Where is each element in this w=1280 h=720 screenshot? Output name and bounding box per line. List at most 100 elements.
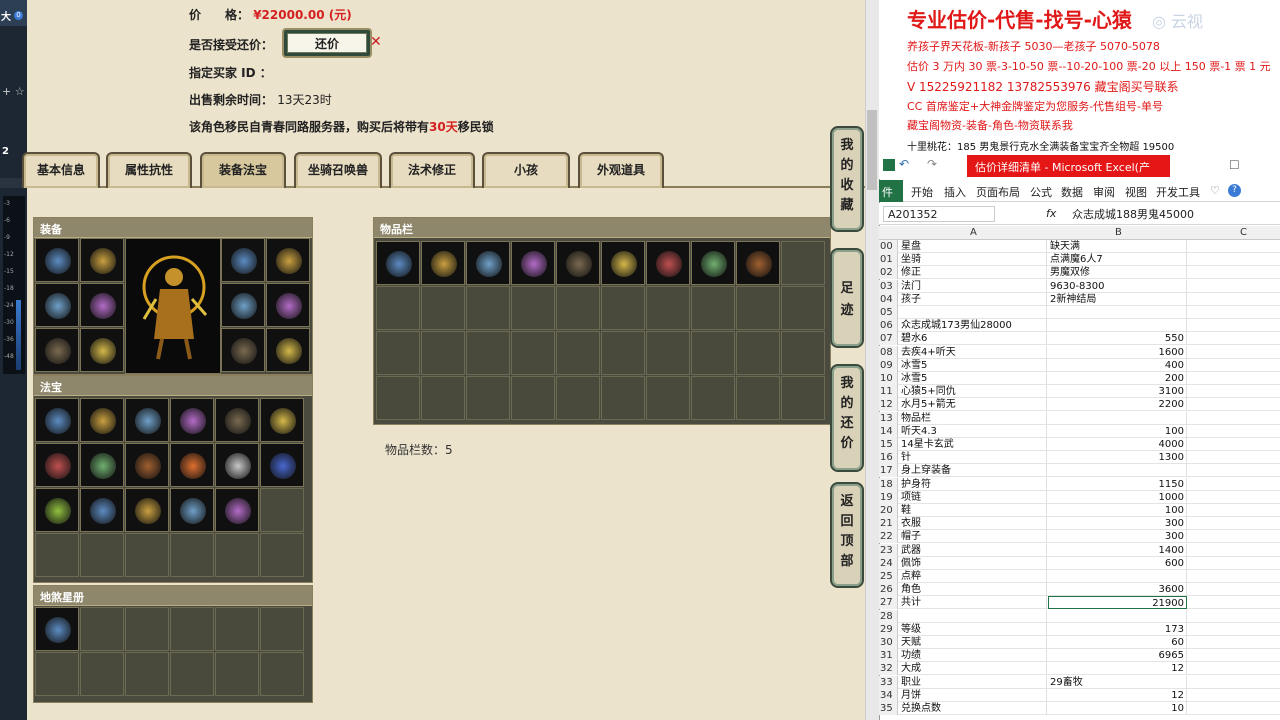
cell-b[interactable]: 300 bbox=[1048, 517, 1187, 531]
row-number[interactable]: 25 bbox=[879, 570, 898, 583]
row-number[interactable]: 34 bbox=[879, 688, 898, 702]
row-number[interactable]: 17 bbox=[879, 464, 898, 478]
cell-a[interactable]: 冰雪5 bbox=[900, 372, 1047, 385]
empty-slot[interactable] bbox=[376, 331, 420, 375]
cell-a[interactable]: 护身符 bbox=[900, 477, 1047, 491]
cell-b[interactable] bbox=[1048, 570, 1187, 583]
excel-file-tab[interactable]: 件 bbox=[879, 180, 903, 202]
empty-slot[interactable] bbox=[601, 331, 645, 375]
cell-a[interactable]: 坐骑 bbox=[900, 253, 1047, 267]
tab-attributes[interactable]: 属性抗性 bbox=[106, 152, 192, 188]
empty-slot[interactable] bbox=[511, 376, 555, 420]
item-slot[interactable] bbox=[260, 443, 304, 487]
ribbon-tab-layout[interactable]: 页面布局 bbox=[976, 184, 1020, 200]
item-slot[interactable] bbox=[215, 398, 259, 442]
cell-a[interactable]: 冰雪5 bbox=[900, 358, 1047, 372]
cell-b[interactable]: 173 bbox=[1048, 622, 1187, 636]
empty-slot[interactable] bbox=[646, 286, 690, 330]
cell-a[interactable]: 功绩 bbox=[900, 649, 1047, 663]
row-number[interactable]: 16 bbox=[879, 451, 898, 465]
item-slot[interactable] bbox=[80, 283, 124, 327]
empty-slot[interactable] bbox=[691, 331, 735, 375]
cell-b[interactable]: 3100 bbox=[1048, 385, 1187, 399]
row-number[interactable]: 19 bbox=[879, 490, 898, 504]
item-slot[interactable] bbox=[125, 488, 169, 532]
empty-slot[interactable] bbox=[511, 331, 555, 375]
restore-icon[interactable]: ☐ bbox=[1229, 158, 1240, 172]
cell-b[interactable]: 1600 bbox=[1048, 345, 1187, 359]
redo-icon[interactable]: ↷ bbox=[927, 157, 937, 171]
item-slot[interactable] bbox=[221, 328, 265, 372]
name-box[interactable]: A201352 bbox=[883, 206, 995, 222]
row-number[interactable]: 12 bbox=[879, 398, 898, 412]
cell-b[interactable]: 100 bbox=[1048, 424, 1187, 438]
page-scrollbar-thumb[interactable] bbox=[867, 110, 877, 190]
cell-b[interactable]: 100 bbox=[1048, 504, 1187, 517]
row-number[interactable]: 13 bbox=[879, 411, 898, 425]
row-number[interactable]: 30 bbox=[879, 636, 898, 649]
cell-b[interactable]: 60 bbox=[1048, 636, 1187, 649]
row-number[interactable]: 03 bbox=[879, 279, 898, 293]
item-slot[interactable] bbox=[466, 241, 510, 285]
tab-spell-correction[interactable]: 法术修正 bbox=[389, 152, 475, 188]
row-number[interactable]: 14 bbox=[879, 424, 898, 438]
empty-slot[interactable] bbox=[736, 376, 780, 420]
ribbon-tab-home[interactable]: 开始 bbox=[911, 184, 933, 200]
row-number[interactable]: 24 bbox=[879, 556, 898, 570]
item-slot[interactable] bbox=[125, 443, 169, 487]
row-number[interactable]: 06 bbox=[879, 319, 898, 333]
empty-slot[interactable] bbox=[556, 376, 600, 420]
ribbon-tab-formulas[interactable]: 公式 bbox=[1030, 184, 1052, 200]
tab-basic-info[interactable]: 基本信息 bbox=[22, 152, 100, 188]
item-slot[interactable] bbox=[221, 283, 265, 327]
cell-b[interactable]: 1000 bbox=[1048, 490, 1187, 504]
item-slot[interactable] bbox=[646, 241, 690, 285]
empty-slot[interactable] bbox=[215, 607, 259, 651]
item-slot[interactable] bbox=[511, 241, 555, 285]
empty-slot[interactable] bbox=[125, 652, 169, 696]
cell-a[interactable]: 心猿5+同仇 bbox=[900, 385, 1047, 399]
cell-a[interactable]: 物品栏 bbox=[900, 411, 1047, 425]
row-number[interactable]: 11 bbox=[879, 385, 898, 399]
empty-slot[interactable] bbox=[736, 286, 780, 330]
item-slot[interactable] bbox=[260, 398, 304, 442]
empty-slot[interactable] bbox=[170, 607, 214, 651]
cell-a[interactable]: 角色 bbox=[900, 583, 1047, 597]
cell-b[interactable]: 550 bbox=[1048, 332, 1187, 346]
empty-slot[interactable] bbox=[691, 376, 735, 420]
item-slot[interactable] bbox=[215, 488, 259, 532]
item-slot[interactable] bbox=[35, 238, 79, 282]
row-number[interactable]: 18 bbox=[879, 477, 898, 491]
cell-b[interactable]: 12 bbox=[1048, 662, 1187, 676]
empty-slot[interactable] bbox=[80, 607, 124, 651]
ribbon-tab-developer[interactable]: 开发工具 bbox=[1156, 184, 1200, 200]
item-slot[interactable] bbox=[266, 328, 310, 372]
cell-a[interactable]: 兑换点数 bbox=[900, 702, 1047, 715]
column-c-header[interactable]: C bbox=[1240, 227, 1247, 238]
empty-slot[interactable] bbox=[125, 607, 169, 651]
row-number[interactable]: 05 bbox=[879, 306, 898, 319]
row-number[interactable]: 23 bbox=[879, 543, 898, 557]
cell-b[interactable] bbox=[1048, 609, 1187, 623]
cell-b[interactable] bbox=[1048, 319, 1187, 333]
cell-a[interactable]: 去疾4+听天 bbox=[900, 345, 1047, 359]
row-number[interactable]: 08 bbox=[879, 345, 898, 359]
empty-slot[interactable] bbox=[556, 286, 600, 330]
empty-slot[interactable] bbox=[170, 533, 214, 577]
item-slot[interactable] bbox=[35, 488, 79, 532]
item-slot[interactable] bbox=[35, 283, 79, 327]
row-number[interactable]: 31 bbox=[879, 649, 898, 663]
cell-b[interactable]: 4000 bbox=[1048, 438, 1187, 451]
cell-b[interactable] bbox=[1048, 464, 1187, 478]
empty-slot[interactable] bbox=[260, 488, 304, 532]
cell-a[interactable]: 点粹 bbox=[900, 570, 1047, 583]
empty-slot[interactable] bbox=[466, 376, 510, 420]
row-number[interactable]: 29 bbox=[879, 622, 898, 636]
my-favorites-button[interactable]: 我的收藏 bbox=[830, 126, 864, 232]
ribbon-tab-view[interactable]: 视图 bbox=[1125, 184, 1147, 200]
item-slot[interactable] bbox=[691, 241, 735, 285]
item-slot[interactable] bbox=[170, 488, 214, 532]
empty-slot[interactable] bbox=[781, 286, 825, 330]
cell-b[interactable]: 12 bbox=[1048, 688, 1187, 702]
empty-slot[interactable] bbox=[646, 331, 690, 375]
